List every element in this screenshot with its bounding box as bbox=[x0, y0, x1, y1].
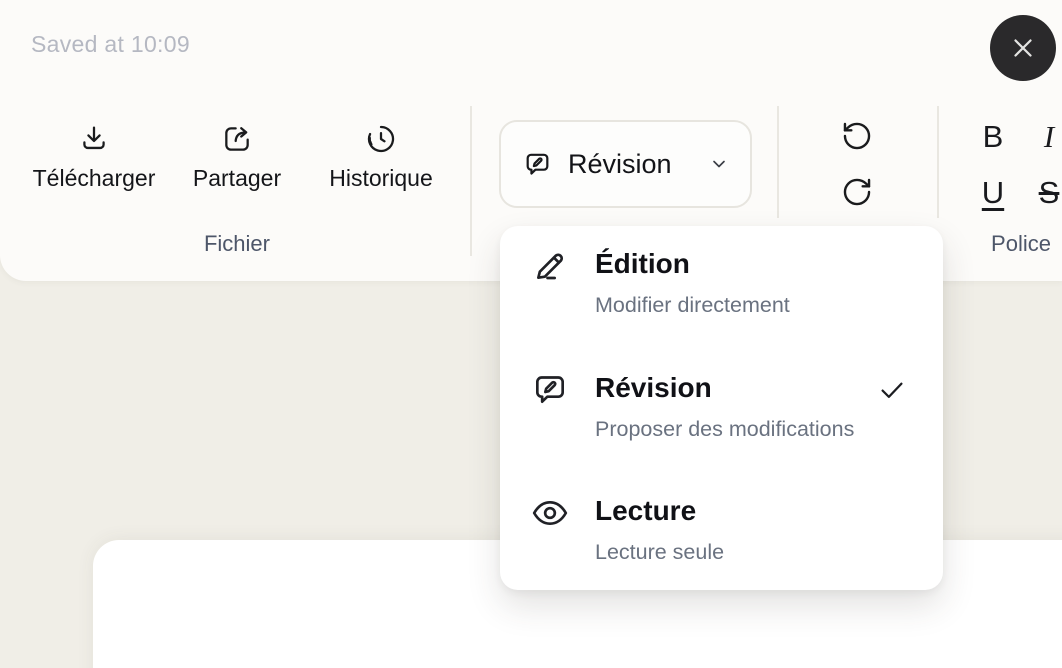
chevron-down-icon bbox=[709, 154, 729, 174]
menu-item-subtitle: Lecture seule bbox=[595, 537, 724, 567]
bold-button[interactable]: B bbox=[974, 118, 1012, 156]
check-icon bbox=[877, 375, 907, 405]
mode-dropdown-label: Révision bbox=[568, 149, 672, 180]
comment-pencil-icon bbox=[530, 370, 570, 410]
toolbar-divider bbox=[470, 106, 472, 256]
mode-dropdown-button[interactable]: Révision bbox=[499, 120, 752, 208]
redo-button[interactable] bbox=[839, 174, 875, 210]
menu-item-edition[interactable]: Édition Modifier directement bbox=[500, 240, 943, 352]
saved-status: Saved at 10:09 bbox=[31, 31, 190, 58]
menu-item-lecture[interactable]: Lecture Lecture seule bbox=[500, 487, 943, 599]
underline-button[interactable]: U bbox=[974, 174, 1012, 212]
download-icon bbox=[78, 123, 110, 155]
pencil-icon bbox=[530, 246, 570, 286]
download-label: Télécharger bbox=[33, 165, 156, 192]
menu-item-title: Édition bbox=[595, 246, 690, 282]
menu-item-revision[interactable]: Révision Proposer des modifications bbox=[500, 364, 943, 476]
toolbar-divider bbox=[777, 106, 779, 218]
undo-icon bbox=[840, 119, 874, 153]
share-icon bbox=[221, 123, 253, 155]
comment-pencil-icon bbox=[522, 149, 553, 180]
font-group-label: Police bbox=[961, 231, 1062, 257]
history-icon bbox=[365, 123, 397, 155]
italic-button[interactable]: I bbox=[1030, 118, 1062, 156]
toolbar-divider bbox=[937, 106, 939, 218]
menu-item-title: Révision bbox=[595, 370, 712, 406]
menu-item-subtitle: Modifier directement bbox=[595, 290, 790, 320]
file-group-label: Fichier bbox=[177, 231, 297, 257]
eye-icon bbox=[530, 493, 570, 533]
menu-item-title: Lecture bbox=[595, 493, 696, 529]
history-button[interactable]: Historique bbox=[306, 123, 456, 192]
undo-button[interactable] bbox=[839, 118, 875, 154]
download-button[interactable]: Télécharger bbox=[19, 123, 169, 192]
mode-dropdown-menu: Édition Modifier directement Révision Pr… bbox=[500, 226, 943, 590]
menu-item-subtitle: Proposer des modifications bbox=[595, 414, 854, 444]
close-button[interactable] bbox=[990, 15, 1056, 81]
close-icon bbox=[1008, 33, 1038, 63]
strikethrough-button[interactable]: S bbox=[1030, 174, 1062, 212]
redo-icon bbox=[840, 175, 874, 209]
share-button[interactable]: Partager bbox=[162, 123, 312, 192]
share-label: Partager bbox=[193, 165, 281, 192]
history-label: Historique bbox=[329, 165, 433, 192]
